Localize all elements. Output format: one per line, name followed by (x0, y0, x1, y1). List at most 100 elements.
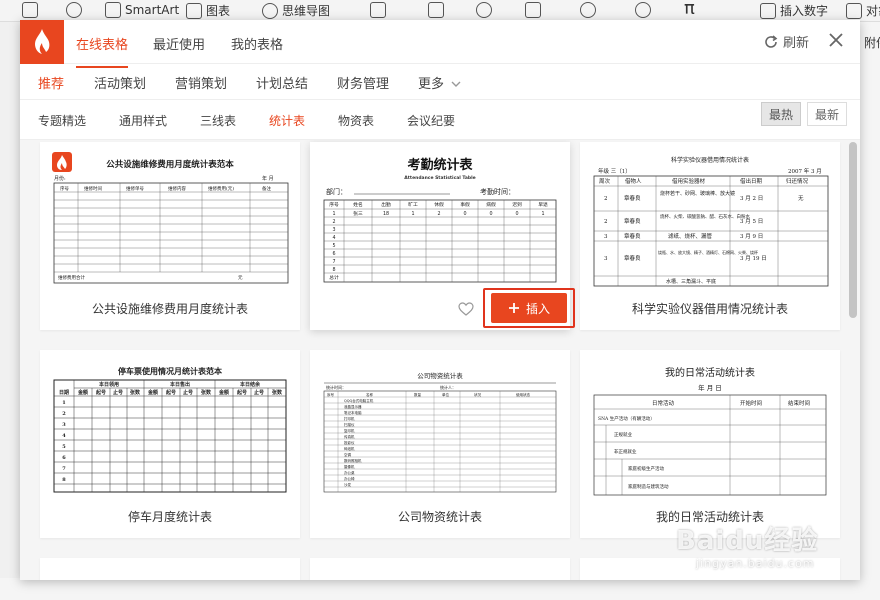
toolbar-textbox[interactable] (370, 2, 386, 18)
toolbar-object[interactable]: 对象 (846, 2, 880, 19)
tab-my-tables[interactable]: 我的表格 (231, 34, 283, 53)
subcategory-three-line[interactable]: 三线表 (200, 112, 236, 129)
group-header: 本日领用 (98, 381, 119, 388)
object-label: 对象 (866, 4, 880, 18)
insert-number-icon (760, 2, 776, 19)
item-name: 摄像机 (344, 464, 355, 469)
smartart-label: SmartArt (125, 3, 180, 17)
table-cell: 滤纸、烧杯、漏管 (668, 232, 713, 240)
template-card[interactable]: 停车票使用情况月统计表范本 日期 本日领用 本日售出 本日结余 金额 起号 止号… (40, 350, 300, 538)
toolbar-formula[interactable]: π (684, 0, 695, 19)
template-card[interactable] (40, 558, 300, 580)
sort-hot-button[interactable]: 最热 (761, 102, 801, 126)
toolbar-shapes[interactable] (66, 2, 82, 18)
row-number: 8 (332, 267, 335, 273)
col-header: 结束时间 (788, 399, 810, 407)
grade-label: 年级 三（1） (598, 167, 631, 175)
date-label: 2007 年 3 月 (788, 167, 822, 175)
group-header: 本日售出 (169, 381, 190, 388)
toolbar-symbol[interactable] (476, 2, 492, 18)
online-table-dialog: 在线表格 最近使用 我的表格 刷新 推荐 活动策划 营销策划 计划总结 财务管理… (20, 20, 860, 580)
toolbar-smartart[interactable]: SmartArt (105, 2, 179, 18)
table-cell: 烧瓶、水、放大镜、精子、酒精灯、石棉网、火柴、烧杯 (658, 249, 758, 255)
refresh-button[interactable]: 刷新 (763, 32, 809, 51)
col-header: 日常活动 (652, 399, 675, 407)
period-label: 考勤时间： (480, 187, 515, 196)
mindmap-icon (262, 2, 278, 19)
table-cell: 2 (604, 196, 608, 202)
item-name: 空调 (344, 452, 352, 457)
category-more[interactable]: 更多 (418, 73, 461, 92)
toolbar-insert-number[interactable]: 插入数字 (760, 2, 828, 19)
category-recommended[interactable]: 推荐 (38, 73, 64, 92)
category-more-label: 更多 (418, 77, 445, 92)
table-cell: 章春良 (624, 254, 641, 262)
vertical-scrollbar[interactable] (849, 142, 857, 318)
template-thumbnail: 停车票使用情况月统计表范本 日期 本日领用 本日售出 本日结余 金额 起号 止号… (40, 350, 300, 500)
attachment-label[interactable]: 附件 (864, 34, 880, 51)
col-header: 借物人 (625, 177, 642, 185)
textbox-icon (370, 2, 386, 18)
favorite-heart-icon[interactable] (458, 302, 474, 316)
activity-row: SNA 生产活动（有酬活动） (598, 415, 655, 422)
activity-row: 家庭初级生产活动 (628, 465, 664, 472)
chart-label: 图表 (206, 4, 231, 18)
item-name: 笔记本电脑 (344, 410, 362, 415)
template-card[interactable]: 我的日常活动统计表 年 月 日 日常活动 开始时间 结束时间 SNA 生产活动（… (580, 350, 840, 538)
category-finance[interactable]: 财务管理 (337, 73, 389, 92)
template-title: 停车月度统计表 (127, 510, 212, 524)
sort-new-button[interactable]: 最新 (807, 102, 847, 126)
wordart-icon (580, 2, 596, 18)
table-cell: 烧杯若干、砂网、玻璃棒、放大镜 (660, 190, 735, 197)
table-cell: 0 (489, 211, 492, 217)
category-marketing[interactable]: 营销策划 (175, 73, 227, 92)
category-event-planning[interactable]: 活动策划 (94, 73, 146, 92)
toolbar-chart[interactable]: 图表 (186, 2, 230, 19)
template-thumbnail: 公共设施维修费用月度统计表范本 月份: 年 月 序号 维修时间 维修单号 维修内… (40, 142, 300, 292)
flame-logo-icon (35, 29, 50, 54)
subcategory-featured[interactable]: 专题精选 (38, 112, 86, 129)
table-preview: 公共设施维修费用月度统计表范本 月份: 年 月 序号 维修时间 维修单号 维修内… (52, 152, 289, 284)
toolbar-header[interactable] (525, 2, 541, 18)
template-card[interactable] (310, 558, 570, 580)
date-line: 年 月 日 (698, 383, 722, 392)
close-button[interactable] (826, 30, 846, 50)
item-name: 液晶显示器 (344, 404, 362, 409)
template-card[interactable]: 公共设施维修费用月度统计表范本 月份: 年 月 序号 维修时间 维修单号 维修内… (40, 142, 300, 330)
toolbar-shape-tool[interactable] (22, 2, 38, 18)
close-icon (829, 33, 843, 47)
category-plan-summary[interactable]: 计划总结 (256, 73, 308, 92)
tab-online-tables[interactable]: 在线表格 (76, 34, 129, 68)
footer-unit: 元 (238, 275, 243, 281)
subcategory-meeting-minutes[interactable]: 会议纪要 (407, 112, 455, 129)
insert-number-label: 插入数字 (780, 4, 829, 18)
col-header: 状况 (474, 392, 482, 397)
subcategory-general[interactable]: 通用样式 (119, 112, 167, 129)
col-header: 金额 (218, 389, 230, 396)
subcategory-materials[interactable]: 物资表 (338, 112, 374, 129)
template-card[interactable]: 科学实验仪器借用情况统计表 年级 三（1） 2007 年 3 月 周次 借物人 … (580, 142, 840, 330)
toolbar-mindmap[interactable]: 思维导图 (262, 2, 330, 19)
cut-icon (22, 2, 38, 18)
smartart-icon (105, 2, 121, 18)
template-thumbnail: 科学实验仪器借用情况统计表 年级 三（1） 2007 年 3 月 周次 借物人 … (580, 142, 840, 292)
insert-button[interactable]: 插入 (491, 293, 567, 323)
head-left-label: 统计时间： (326, 384, 346, 390)
object-icon (846, 2, 862, 19)
row-number: 2 (332, 219, 335, 225)
hash-icon (428, 2, 444, 18)
subcategory-statistics[interactable]: 统计表 (269, 112, 305, 129)
toolbar-wordart[interactable] (580, 2, 596, 18)
doc-year-month: 年 月 (262, 175, 274, 182)
row-number: 7 (62, 466, 66, 472)
toolbar-shape2[interactable] (635, 2, 651, 18)
table-cell: 水槽、三角漏斗、平底 (666, 278, 716, 285)
template-card-attendance[interactable]: 考勤统计表 Attendance Statistical Table 部门： 考… (310, 142, 575, 330)
col-header: 迟到 (512, 201, 522, 208)
toolbar-number[interactable] (428, 2, 444, 18)
tab-recent[interactable]: 最近使用 (153, 34, 205, 53)
template-card[interactable]: 公司物资统计表 统计时间： 统计人： 序号 名称 数量 单位 状况 使用状态 Q… (310, 350, 570, 538)
col-header: 起号 (236, 389, 247, 396)
table-preview: 我的日常活动统计表 年 月 日 日常活动 开始时间 结束时间 SNA 生产活动（… (593, 366, 827, 496)
template-title: 科学实验仪器借用情况统计表 (631, 302, 788, 316)
